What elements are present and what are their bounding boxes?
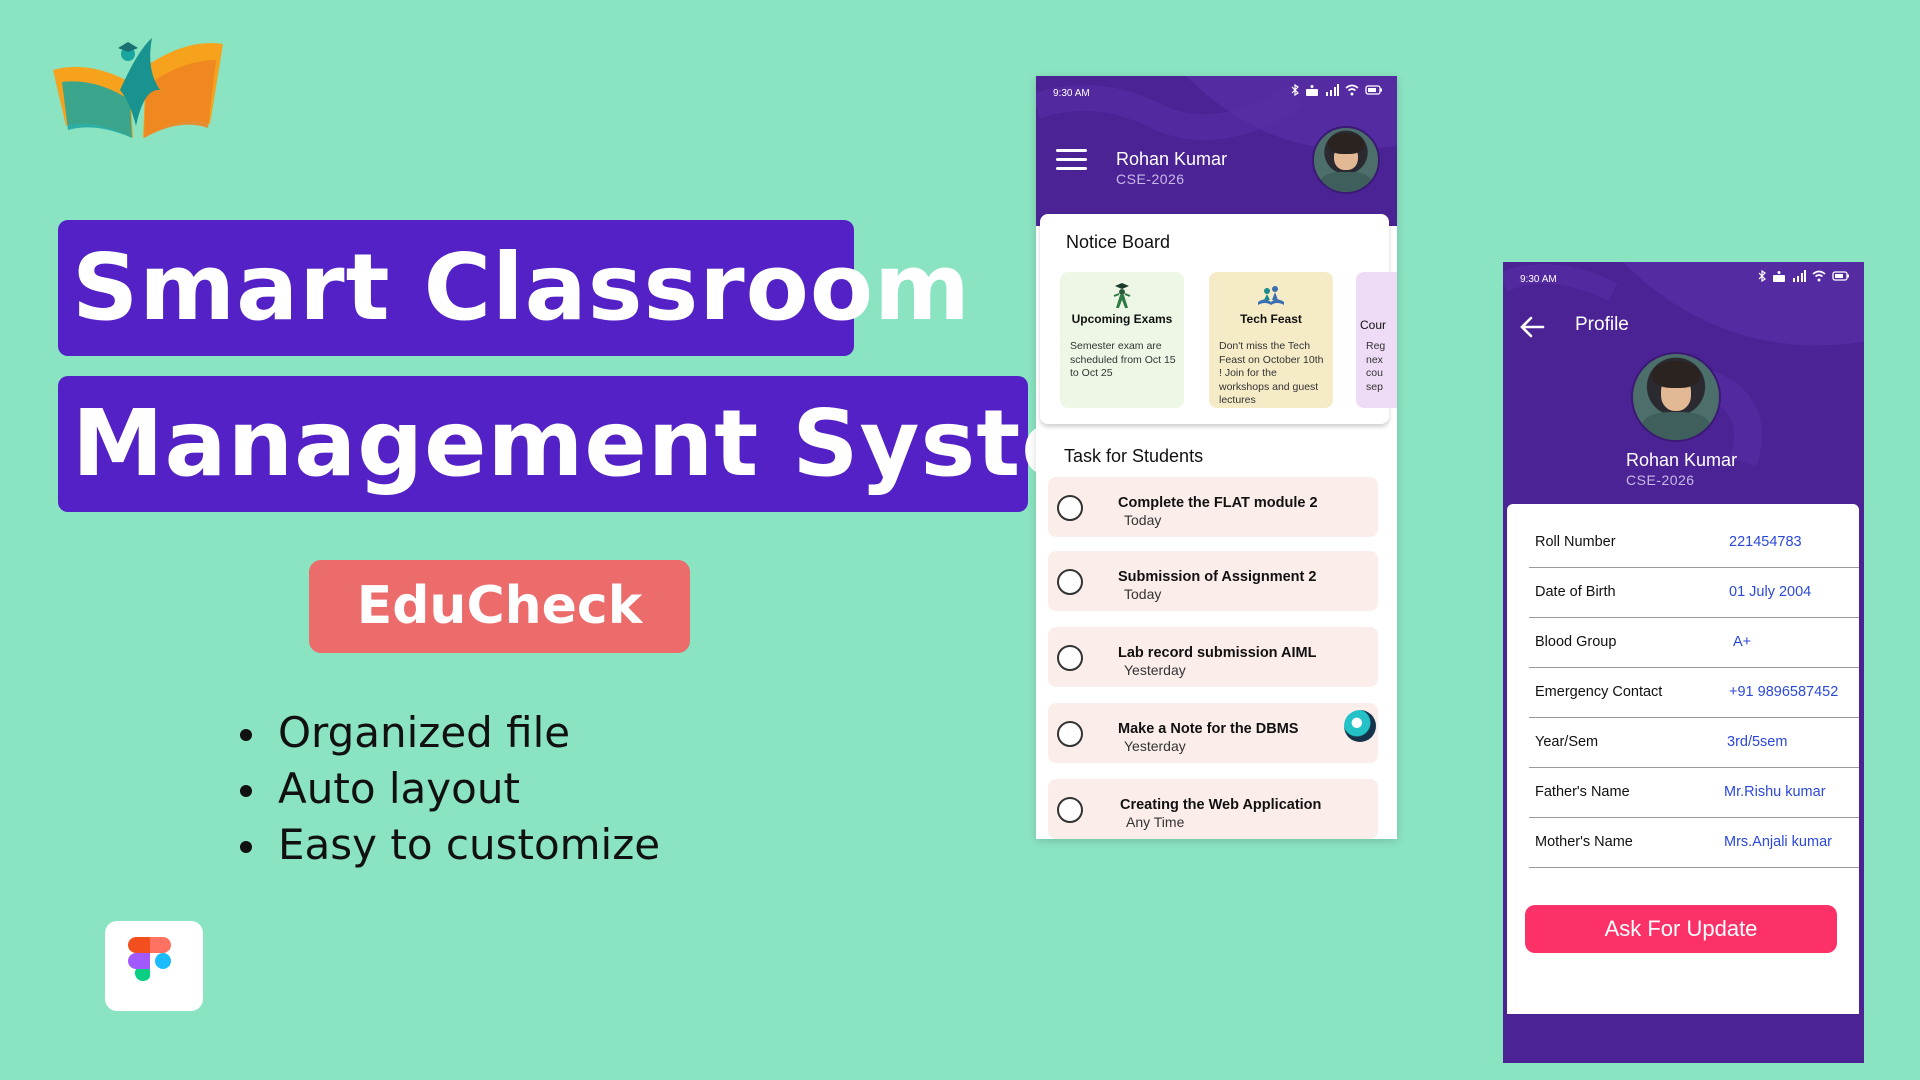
battery-icon [1832,271,1849,281]
assistant-bubble-icon[interactable] [1344,710,1376,742]
task-due: Yesterday [1124,662,1186,678]
user-class: CSE-2026 [1116,171,1185,187]
task-title: Creating the Web Application [1120,797,1322,813]
task-item[interactable]: Make a Note for the DBMS Yesterday [1048,703,1378,763]
tasks-title: Task for Students [1064,446,1204,466]
network-5g-icon [1306,85,1318,96]
info-value: +91 9896587452 [1729,684,1839,700]
task-due: Today [1124,512,1162,528]
figma-logo [105,921,203,1011]
status-bar: 9:30 AM [1503,262,1864,292]
feature-item: Organized file [236,705,660,761]
info-value: 221454783 [1729,534,1802,550]
network-5g-icon [1773,271,1785,282]
hero-title-line1: Smart Classroom [58,220,970,356]
educheck-logo [53,38,223,138]
notice-body: Reg nex cou sep [1366,340,1386,393]
info-value: 3rd/5sem [1727,734,1788,750]
menu-icon [1056,149,1087,152]
profile-name: Rohan Kumar [1626,450,1738,470]
signal-icon [1793,270,1806,282]
info-row-blood-group: Blood Group A+ [1529,618,1859,668]
info-value: A+ [1733,634,1752,650]
task-checkbox[interactable] [1057,569,1083,595]
book-reading-icon [1258,286,1284,305]
task-checkbox[interactable] [1057,645,1083,671]
task-due: Any Time [1126,814,1185,830]
notice-body: Semester exam are scheduled from Oct 15 … [1070,340,1176,380]
info-row-date-of-birth: Date of Birth 01 July 2004 [1529,568,1859,618]
info-row-emergency-contact: Emergency Contact +91 9896587452 [1529,668,1859,718]
feature-item: Easy to customize [236,817,660,873]
wifi-icon [1345,84,1359,96]
notice-body: Don't miss the Tech Feast on October 10t… [1219,340,1324,407]
brand-badge: EduCheck [309,560,690,653]
task-title: Submission of Assignment 2 [1118,569,1317,585]
task-checkbox[interactable] [1057,721,1083,747]
info-label: Emergency Contact [1535,684,1663,700]
task-checkbox[interactable] [1057,495,1083,521]
info-value: Mr.Rishu kumar [1724,784,1826,800]
user-name: Rohan Kumar [1116,149,1228,169]
feature-list: Organized file Auto layout Easy to custo… [236,705,660,873]
notice-title: Tech Feast [1240,312,1302,326]
notice-board-title: Notice Board [1066,232,1171,252]
profile-avatar[interactable] [1631,352,1721,442]
ask-for-update-button[interactable]: Ask For Update [1525,905,1837,953]
notice-item-exams[interactable]: Upcoming Exams Semester exam are schedul… [1060,272,1184,408]
signal-icon [1326,84,1339,96]
info-label: Blood Group [1535,634,1617,650]
bluetooth-icon [1758,270,1766,282]
info-value: Mrs.Anjali kumar [1724,834,1832,850]
task-item[interactable]: Lab record submission AIML Yesterday [1048,627,1378,687]
info-label: Father's Name [1535,784,1630,800]
profile-class: CSE-2026 [1626,472,1695,488]
back-arrow-icon[interactable] [1517,312,1547,342]
feature-item: Auto layout [236,761,660,817]
task-title: Lab record submission AIML [1118,645,1317,661]
avatar[interactable] [1312,126,1380,194]
task-item[interactable]: Complete the FLAT module 2 Today [1048,477,1378,537]
status-bar: 9:30 AM [1036,76,1397,106]
notice-board-card: Notice Board Upcoming Exams Semester exa… [1040,214,1397,424]
notice-item-tech-feast[interactable]: Tech Feast Don't miss the Tech Feast on … [1209,272,1333,408]
notice-title: Cour [1360,318,1387,332]
wifi-icon [1812,270,1826,282]
page-title: Profile [1575,314,1629,335]
info-row-year-sem: Year/Sem 3rd/5sem [1529,718,1859,768]
info-label: Year/Sem [1535,734,1599,750]
info-label: Roll Number [1535,534,1616,550]
task-title: Make a Note for the DBMS [1118,721,1299,737]
home-screen-phone: 9:30 AM Rohan Kumar CSE-2026 Notice Boar… [1036,76,1397,839]
notice-title: Upcoming Exams [1071,312,1173,326]
task-item[interactable]: Creating the Web Application Any Time [1048,779,1378,839]
bottom-bar [1503,1014,1864,1063]
info-row-fathers-name: Father's Name Mr.Rishu kumar [1529,768,1859,818]
status-time: 9:30 AM [1053,88,1090,99]
info-label: Mother's Name [1535,834,1633,850]
task-due: Yesterday [1124,738,1186,754]
info-row-roll-number: Roll Number 221454783 [1529,518,1859,568]
info-value: 01 July 2004 [1729,584,1812,600]
notice-item-course[interactable]: Cour Reg nex cou sep [1356,272,1397,408]
hero-title-line2: Management System [58,376,1180,512]
task-item[interactable]: Submission of Assignment 2 Today [1048,551,1378,611]
info-label: Date of Birth [1535,584,1616,600]
graduate-icon [1113,283,1131,308]
figma-icon [128,937,171,982]
bluetooth-icon [1291,84,1299,96]
profile-screen-phone: 9:30 AM Profile Rohan Kumar CSE-2026 Rol… [1503,262,1864,1063]
battery-icon [1365,85,1382,95]
menu-button[interactable] [1056,149,1087,171]
task-title: Complete the FLAT module 2 [1118,495,1318,511]
task-due: Today [1124,586,1162,602]
status-time: 9:30 AM [1520,274,1557,285]
home-header: 9:30 AM Rohan Kumar CSE-2026 [1036,76,1397,226]
task-checkbox[interactable] [1057,797,1083,823]
info-row-mothers-name: Mother's Name Mrs.Anjali kumar [1529,818,1859,868]
